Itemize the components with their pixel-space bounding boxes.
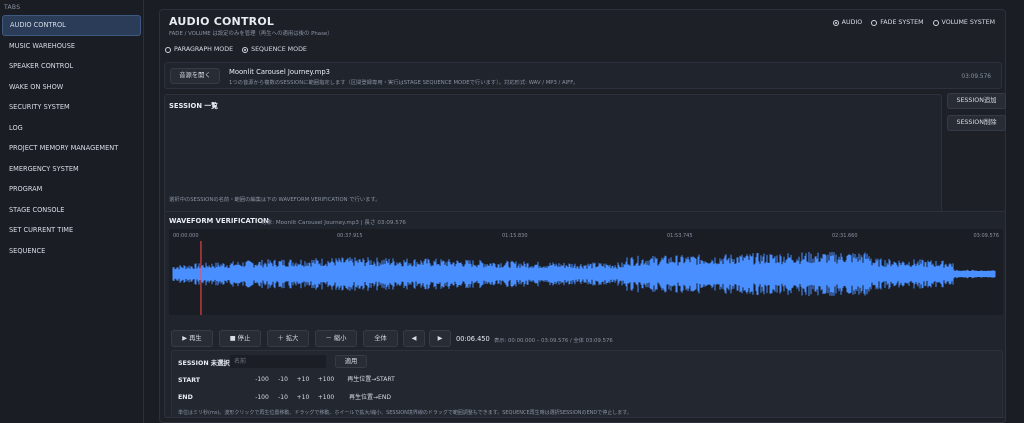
end-minus-100-button[interactable]: -100 bbox=[252, 392, 272, 404]
radio-sequence-mode[interactable]: SEQUENCE MODE bbox=[242, 46, 307, 53]
session-list-hint: 選択中のSESSIONの名前・範囲の編集は下の WAVEFORM VERIFIC… bbox=[169, 197, 381, 203]
fit-all-button[interactable]: 全体 bbox=[363, 330, 398, 347]
prev-icon[interactable]: ◀ bbox=[403, 330, 425, 347]
session-list-title: SESSION 一覧 bbox=[169, 102, 218, 110]
sidebar-item-set-current-time[interactable]: SET CURRENT TIME bbox=[2, 220, 141, 241]
end-plus-100-button[interactable]: +100 bbox=[315, 392, 337, 404]
waveform-target: 対象: Moonlit Carousel Journey.mp3 | 長さ 03… bbox=[261, 220, 406, 226]
sidebar: TABS AUDIO CONTROL MUSIC WAREHOUSE SPEAK… bbox=[0, 0, 144, 423]
file-description: 1つの音源から複数のSESSIONに範囲指定します（区間登録専用・実行はSTAG… bbox=[229, 80, 579, 86]
sidebar-item-program[interactable]: PROGRAM bbox=[2, 179, 141, 200]
start-input[interactable] bbox=[230, 373, 244, 387]
sidebar-item-emergency-system[interactable]: EMERGENCY SYSTEM bbox=[2, 159, 141, 180]
delete-session-button[interactable]: SESSION削除 bbox=[947, 115, 1006, 131]
page-title: AUDIO CONTROL bbox=[169, 15, 275, 28]
radio-icon bbox=[871, 19, 878, 26]
audio-control-panel: AUDIO CONTROL FADE / VOLUME は設定のみを管理（再生へ… bbox=[159, 9, 1006, 423]
stop-button[interactable]: ■ 停止 bbox=[219, 330, 261, 347]
sidebar-item-log[interactable]: LOG bbox=[2, 118, 141, 139]
end-input[interactable] bbox=[230, 391, 244, 405]
radio-fade-system[interactable]: FADE SYSTEM bbox=[871, 19, 924, 26]
waveform-title: WAVEFORM VERIFICATION bbox=[169, 217, 269, 225]
sidebar-item-project-memory[interactable]: PROJECT MEMORY MANAGEMENT bbox=[2, 138, 141, 159]
playhead-position: 00:06.450 bbox=[456, 335, 490, 343]
add-session-button[interactable]: SESSION追加 bbox=[947, 93, 1006, 109]
end-label: END bbox=[178, 394, 193, 401]
radio-selected-icon bbox=[832, 19, 839, 26]
start-plus-100-button[interactable]: +100 bbox=[315, 374, 337, 386]
start-plus-10-button[interactable]: +10 bbox=[295, 374, 311, 386]
sidebar-item-stage-console[interactable]: STAGE CONSOLE bbox=[2, 200, 141, 221]
sidebar-item-speaker-control[interactable]: SPEAKER CONTROL bbox=[2, 56, 141, 77]
radio-selected-icon bbox=[242, 46, 249, 53]
system-radio-group: AUDIO FADE SYSTEM VOLUME SYSTEM bbox=[832, 19, 995, 26]
start-minus-100-button[interactable]: -100 bbox=[252, 374, 272, 386]
sidebar-item-audio-control[interactable]: AUDIO CONTROL bbox=[2, 15, 141, 36]
session-name-input[interactable] bbox=[230, 355, 326, 368]
start-minus-10-button[interactable]: -10 bbox=[275, 374, 291, 386]
file-row: 音源を開く Moonlit Carousel Journey.mp3 1つの音源… bbox=[164, 62, 1002, 89]
next-icon[interactable]: ▶ bbox=[429, 330, 451, 347]
waveform-trace bbox=[172, 251, 996, 297]
editor-note: 単位はミリ秒(ms)。波形クリックで再生位置移動、ドラッグで移動、ホイールで拡大… bbox=[178, 410, 632, 416]
session-list: SESSION 一覧 選択中のSESSIONの名前・範囲の編集は下の WAVEF… bbox=[164, 94, 942, 214]
open-file-button[interactable]: 音源を開く bbox=[170, 68, 220, 84]
sidebar-item-sequence[interactable]: SEQUENCE bbox=[2, 241, 141, 262]
end-minus-10-button[interactable]: -10 bbox=[275, 392, 291, 404]
file-name: Moonlit Carousel Journey.mp3 bbox=[229, 68, 330, 76]
start-label: START bbox=[178, 377, 201, 384]
radio-volume-system[interactable]: VOLUME SYSTEM bbox=[932, 19, 995, 26]
sidebar-list: AUDIO CONTROL MUSIC WAREHOUSE SPEAKER CO… bbox=[2, 15, 141, 261]
waveform-graphic bbox=[172, 241, 996, 315]
session-status: SESSION 未選択 bbox=[178, 360, 230, 367]
sidebar-item-security-system[interactable]: SECURITY SYSTEM bbox=[2, 97, 141, 118]
zoom-out-button[interactable]: － 縮小 bbox=[315, 330, 357, 347]
play-button[interactable]: ▶ 再生 bbox=[171, 330, 213, 347]
session-editor: SESSION 未選択 適用 START -100 -10 +10 +100 再… bbox=[171, 350, 1003, 418]
mode-radio-group: PARAGRAPH MODE SEQUENCE MODE bbox=[165, 46, 307, 53]
waveform-panel: WAVEFORM VERIFICATION 対象: Moonlit Carous… bbox=[164, 211, 1006, 418]
waveform-canvas[interactable]: 00:00.000 00:37.915 01:15.830 01:53.745 … bbox=[169, 229, 1003, 315]
end-plus-10-button[interactable]: +10 bbox=[295, 392, 311, 404]
set-start-button[interactable]: 再生位置→START bbox=[342, 374, 400, 386]
radio-icon bbox=[932, 19, 939, 26]
set-end-button[interactable]: 再生位置→END bbox=[342, 392, 398, 404]
page-subtitle: FADE / VOLUME は設定のみを管理（再生への適用は後の Phase） bbox=[169, 31, 333, 37]
zoom-in-button[interactable]: ＋ 拡大 bbox=[267, 330, 309, 347]
sidebar-item-music-warehouse[interactable]: MUSIC WAREHOUSE bbox=[2, 36, 141, 57]
radio-audio[interactable]: AUDIO bbox=[832, 19, 862, 26]
file-duration: 03:09.576 bbox=[961, 74, 991, 80]
radio-paragraph-mode[interactable]: PARAGRAPH MODE bbox=[165, 46, 233, 53]
tabs-title: TABS bbox=[4, 4, 21, 11]
sidebar-item-wake-on-show[interactable]: WAKE ON SHOW bbox=[2, 77, 141, 98]
radio-icon bbox=[165, 46, 171, 53]
view-range: 表示: 00:00.000 – 03:09.576 / 全体 03:09.576 bbox=[494, 338, 613, 344]
apply-button[interactable]: 適用 bbox=[335, 355, 367, 368]
